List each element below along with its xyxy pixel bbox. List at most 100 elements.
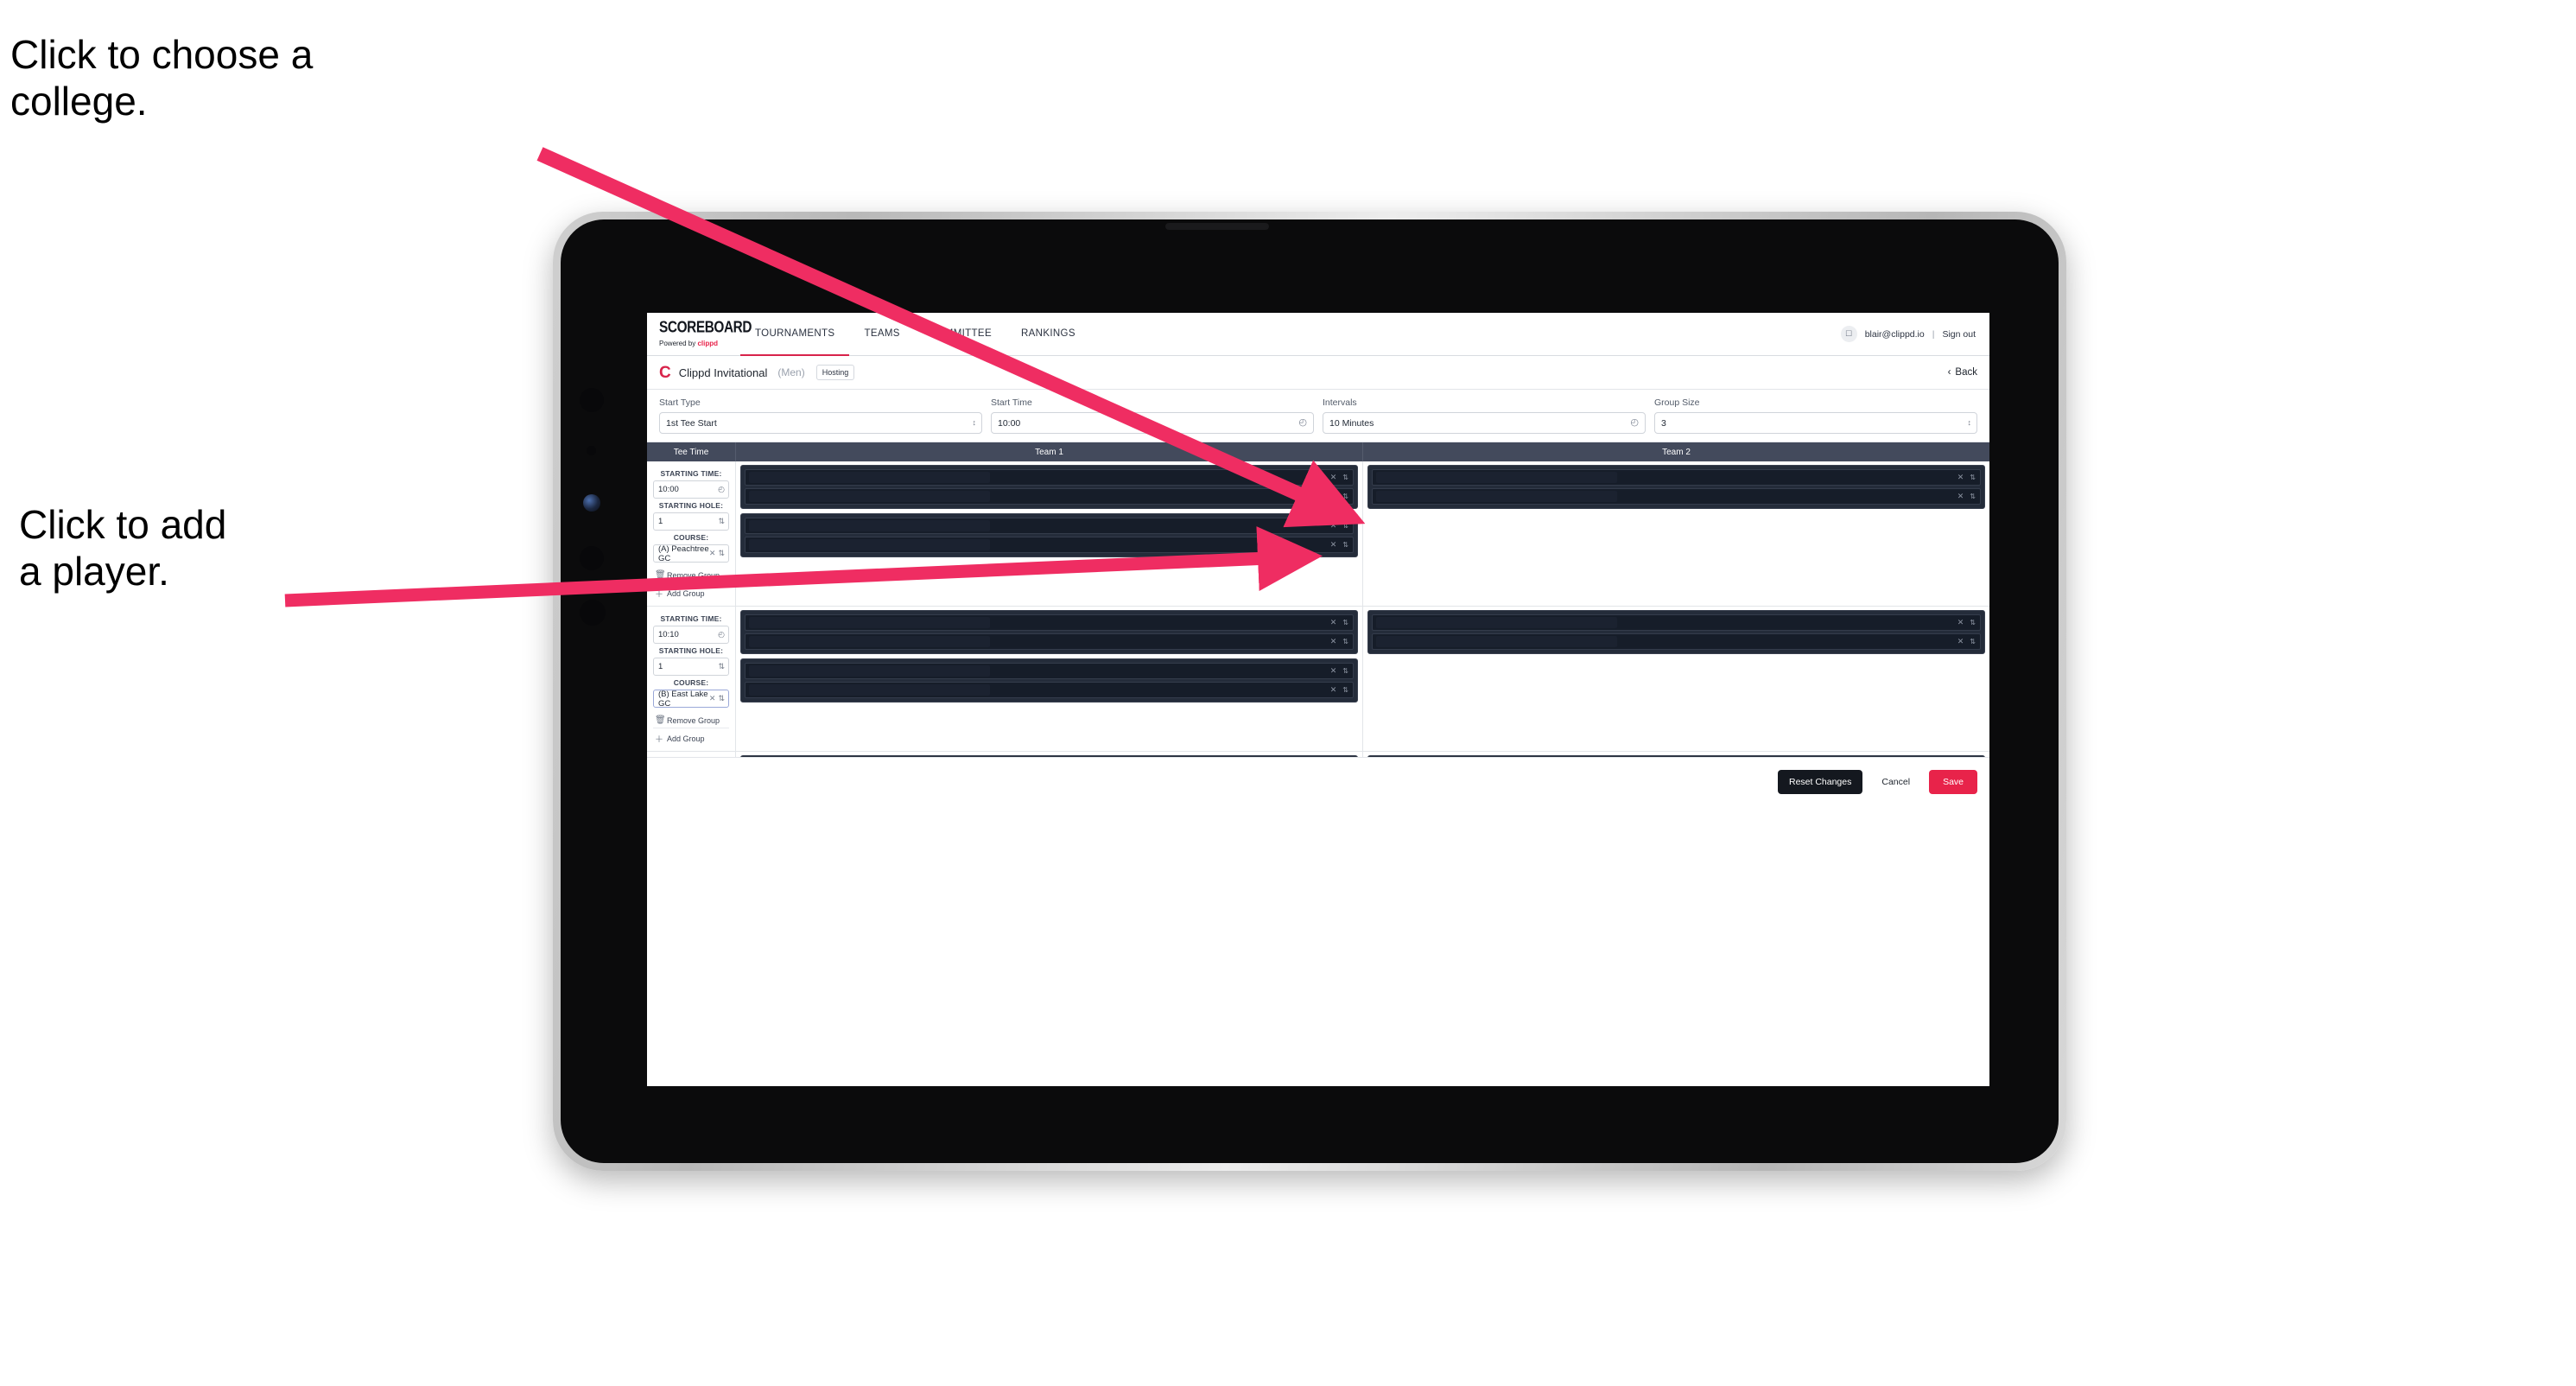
close-icon[interactable]: ✕ (1957, 618, 1964, 627)
player-row[interactable]: ✕ ⇅ (745, 488, 1354, 505)
tab-tournaments-label: TOURNAMENTS (755, 328, 835, 339)
settings-row: Start Type 1st Tee Start ↕ Start Time 10… (647, 390, 1989, 442)
tab-teams[interactable]: TEAMS (849, 313, 914, 356)
close-icon[interactable]: ✕ (1330, 637, 1337, 646)
grid-header-row: Tee Time Team 1 Team 2 (647, 442, 1989, 461)
chevron-updown-icon[interactable]: ⇅ (1342, 493, 1348, 500)
sensor-icon (587, 446, 596, 455)
close-icon[interactable]: ✕ (1330, 492, 1337, 501)
close-icon[interactable]: ✕ (709, 694, 716, 703)
save-button[interactable]: Save (1929, 769, 1977, 794)
team-1-cell[interactable]: ✕ ⇅ ✕ ⇅ ✕ ⇅ ✕ ⇅ (736, 461, 1363, 606)
page-title: Clippd Invitational (678, 366, 768, 379)
chevron-updown-icon[interactable]: ⇅ (1970, 619, 1976, 626)
player-row[interactable]: ✕ ⇅ (745, 518, 1354, 534)
chevron-updown-icon[interactable]: ⇅ (1342, 686, 1348, 694)
chevron-updown-icon[interactable]: ⇅ (1342, 619, 1348, 626)
team-1-cell[interactable]: ✕⇅✕⇅ (736, 752, 1363, 757)
player-group-card[interactable]: ✕⇅✕⇅ (740, 755, 1358, 757)
cancel-button[interactable]: Cancel (1876, 770, 1915, 794)
tee-time-row: STARTING TIME:10:20◴STARTING HOLE: ✕⇅✕⇅ ✕⇅… (647, 752, 1989, 757)
clock-icon: ◴ (718, 630, 725, 639)
player-row[interactable]: ✕ ⇅ (745, 537, 1354, 553)
player-row[interactable]: ✕ ⇅ (745, 663, 1354, 679)
brand-logo[interactable]: SCOREBOARD Powered by clippd (647, 313, 752, 355)
group-size-stepper[interactable]: 3 ↕ (1654, 412, 1977, 434)
player-row[interactable]: ✕ ⇅ (745, 469, 1354, 486)
chevron-updown-icon[interactable]: ⇅ (1970, 638, 1976, 645)
player-group-card[interactable]: ✕⇅✕⇅ (1367, 755, 1985, 757)
remove-group-link-label: Remove Group (667, 715, 720, 725)
tee-time-row: STARTING TIME: 10:10 ◴ STARTING HOLE: 1 ⇅ COUR… (647, 607, 1989, 752)
player-group-card[interactable]: ✕⇅✕⇅ (740, 610, 1358, 654)
close-icon[interactable]: ✕ (1957, 492, 1964, 501)
player-group-card[interactable]: ✕⇅✕⇅ (740, 513, 1358, 557)
add-group-link[interactable]: ＋ Add Group (653, 728, 729, 747)
add-group-link[interactable]: ＋ Add Group (653, 583, 729, 602)
team-2-cell[interactable]: ✕⇅✕⇅ (1363, 607, 1989, 751)
player-row[interactable]: ✕ ⇅ (745, 682, 1354, 698)
course-select[interactable]: (B) East Lake GC ✕ ⇅ (653, 690, 729, 709)
user-icon[interactable]: ☐ (1840, 326, 1857, 342)
start-type-select[interactable]: 1st Tee Start ↕ (659, 412, 982, 434)
close-icon[interactable]: ✕ (1330, 540, 1337, 550)
remove-group-link[interactable]: 🗑 Remove Group (653, 712, 729, 728)
close-icon[interactable]: ✕ (1330, 521, 1337, 531)
intervals-input[interactable]: 10 Minutes ◴ (1323, 412, 1646, 434)
team-2-cell[interactable]: ✕⇅✕⇅ (1363, 461, 1989, 606)
chevron-updown-icon[interactable]: ⇅ (1970, 493, 1976, 500)
back-button[interactable]: ‹ Back (1948, 367, 1977, 378)
player-group-card[interactable]: ✕⇅✕⇅ (740, 658, 1358, 703)
player-group-card[interactable]: ✕⇅✕⇅ (740, 465, 1358, 509)
chevron-updown-icon[interactable]: ⇅ (1970, 474, 1976, 481)
team-2-cell[interactable]: ✕⇅✕⇅ (1363, 752, 1989, 757)
tab-tournaments[interactable]: TOURNAMENTS (740, 313, 850, 356)
starting-time-input-value: 10:10 (658, 630, 679, 639)
starting-hole-stepper[interactable]: 1 ⇅ (653, 512, 729, 531)
player-row[interactable]: ✕ ⇅ (1372, 488, 1981, 505)
sign-out-link[interactable]: Sign out (1942, 329, 1976, 340)
player-group-card[interactable]: ✕⇅✕⇅ (1367, 465, 1985, 509)
close-icon[interactable]: ✕ (709, 549, 716, 558)
team-1-cell[interactable]: ✕ ⇅ ✕ ⇅ ✕ ⇅ ✕ ⇅ (736, 607, 1363, 751)
starting-time-label: STARTING TIME: (660, 614, 722, 623)
reset-changes-button[interactable]: Reset Changes (1777, 769, 1863, 794)
tab-rankings[interactable]: RANKINGS (1006, 313, 1090, 356)
remove-group-link[interactable]: 🗑 Remove Group (653, 567, 729, 583)
chevron-updown-icon[interactable]: ⇅ (1342, 522, 1348, 530)
player-row[interactable]: ✕ ⇅ (745, 614, 1354, 631)
chevron-updown-icon: ⇅ (718, 662, 724, 671)
chevron-updown-icon[interactable]: ⇅ (1342, 667, 1348, 675)
player-name-redacted (749, 684, 990, 696)
chevron-updown-icon[interactable]: ⇅ (1342, 638, 1348, 645)
tab-committee[interactable]: COMMITTEE (915, 313, 1006, 356)
chevron-updown-icon: ⇅ (718, 549, 724, 557)
chevron-updown-icon[interactable]: ⇅ (1342, 541, 1348, 549)
close-icon[interactable]: ✕ (1957, 637, 1964, 646)
starting-hole-stepper-value: 1 (658, 517, 663, 526)
player-row[interactable]: ✕ ⇅ (745, 633, 1354, 650)
player-name-redacted (749, 539, 990, 550)
start-time-input[interactable]: 10:00 ◴ (991, 412, 1314, 434)
close-icon[interactable]: ✕ (1330, 473, 1337, 482)
remove-group-link-label: Remove Group (667, 570, 720, 580)
player-group-card[interactable]: ✕⇅✕⇅ (1367, 610, 1985, 654)
player-row[interactable]: ✕ ⇅ (1372, 633, 1981, 650)
close-icon[interactable]: ✕ (1330, 618, 1337, 627)
starting-time-input[interactable]: 10:10 ◴ (653, 626, 729, 644)
player-row[interactable]: ✕ ⇅ (1372, 614, 1981, 631)
grid-body[interactable]: STARTING TIME: 10:00 ◴ STARTING HOLE: 1 ⇅ COUR… (647, 461, 1989, 757)
close-icon[interactable]: ✕ (1330, 666, 1337, 676)
starting-hole-stepper[interactable]: 1 ⇅ (653, 658, 729, 676)
course-select[interactable]: (A) Peachtree GC ✕ ⇅ (653, 544, 729, 563)
player-row[interactable]: ✕ ⇅ (1372, 469, 1981, 486)
player-name-redacted (749, 520, 990, 531)
tab-committee-label: COMMITTEE (929, 328, 992, 339)
starting-time-input[interactable]: 10:00 ◴ (653, 480, 729, 499)
close-icon[interactable]: ✕ (1957, 473, 1964, 482)
status-badge: Hosting (815, 365, 855, 380)
chevron-updown-icon: ↕ (972, 418, 976, 427)
chevron-updown-icon[interactable]: ⇅ (1342, 474, 1348, 481)
close-icon[interactable]: ✕ (1330, 685, 1337, 695)
player-name-redacted (749, 665, 990, 677)
